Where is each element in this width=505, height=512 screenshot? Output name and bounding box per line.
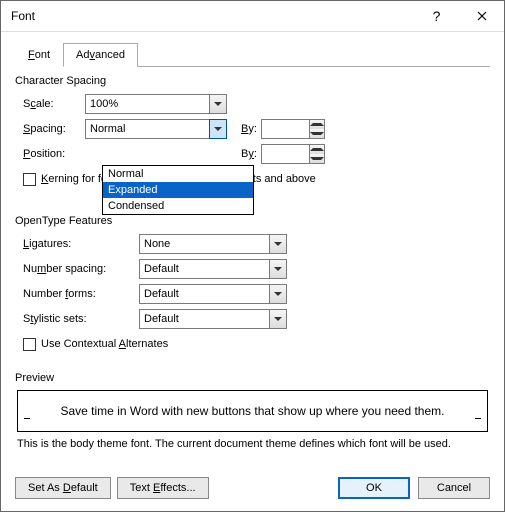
stylesets-label: Stylistic sets: xyxy=(23,313,139,325)
scale-dropdown-button[interactable] xyxy=(209,94,227,114)
spacing-value[interactable]: Normal xyxy=(85,119,209,139)
spin-up[interactable] xyxy=(310,145,324,154)
spin-down[interactable] xyxy=(310,154,324,163)
scale-label: Scale: xyxy=(23,98,85,110)
close-icon xyxy=(477,11,487,21)
help-button[interactable]: ? xyxy=(414,1,459,31)
spin-down[interactable] xyxy=(310,129,324,138)
preview-box: Save time in Word with new buttons that … xyxy=(17,390,488,432)
scale-value[interactable]: 100% xyxy=(85,94,209,114)
position-label: Position: xyxy=(23,148,85,160)
spacing-label: Spacing: xyxy=(23,123,85,135)
spacing-by-spinner[interactable] xyxy=(261,119,325,139)
chevron-down-icon xyxy=(214,102,222,106)
tab-font[interactable]: Font xyxy=(15,43,63,67)
position-by-label: By: xyxy=(241,148,257,160)
chevron-down-icon xyxy=(274,317,282,321)
contextual-label: Use Contextual Alternates xyxy=(41,338,168,350)
spacing-option-normal[interactable]: Normal xyxy=(103,166,253,182)
numspacing-label: Number spacing: xyxy=(23,263,139,275)
ok-button[interactable]: OK xyxy=(338,477,410,499)
ligatures-label: Ligatures: xyxy=(23,238,139,250)
chevron-down-icon xyxy=(274,292,282,296)
position-by-spinner[interactable] xyxy=(261,144,325,164)
group-preview: Preview xyxy=(15,372,490,384)
group-opentype: OpenType Features xyxy=(15,215,490,227)
numforms-combo[interactable]: Default xyxy=(139,284,287,304)
close-button[interactable] xyxy=(459,1,504,31)
kerning-checkbox[interactable] xyxy=(23,173,36,186)
text-effects-button[interactable]: Text Effects... xyxy=(117,477,209,499)
scale-combo[interactable]: 100% xyxy=(85,94,227,114)
stylesets-combo[interactable]: Default xyxy=(139,309,287,329)
spin-up[interactable] xyxy=(310,120,324,129)
contextual-checkbox[interactable] xyxy=(23,338,36,351)
chevron-down-icon xyxy=(274,242,282,246)
spacing-combo[interactable]: Normal xyxy=(85,119,227,139)
chevron-down-icon xyxy=(274,267,282,271)
preview-text: Save time in Word with new buttons that … xyxy=(61,404,445,418)
tab-advanced[interactable]: Advanced xyxy=(63,43,138,67)
spacing-option-expanded[interactable]: Expanded xyxy=(103,182,253,198)
spacing-dropdown-button[interactable] xyxy=(209,119,227,139)
spacing-by-label: By: xyxy=(241,123,257,135)
group-character-spacing: Character Spacing xyxy=(15,75,490,87)
spacing-option-condensed[interactable]: Condensed xyxy=(103,198,253,214)
set-default-button[interactable]: Set As Default xyxy=(15,477,111,499)
ligatures-combo[interactable]: None xyxy=(139,234,287,254)
spacing-dropdown-list[interactable]: Normal Expanded Condensed xyxy=(102,165,254,215)
preview-note: This is the body theme font. The current… xyxy=(17,438,488,450)
cancel-button[interactable]: Cancel xyxy=(418,477,490,499)
chevron-down-icon xyxy=(214,127,222,131)
dialog-title: Font xyxy=(11,9,35,23)
numforms-label: Number forms: xyxy=(23,288,139,300)
numspacing-combo[interactable]: Default xyxy=(139,259,287,279)
